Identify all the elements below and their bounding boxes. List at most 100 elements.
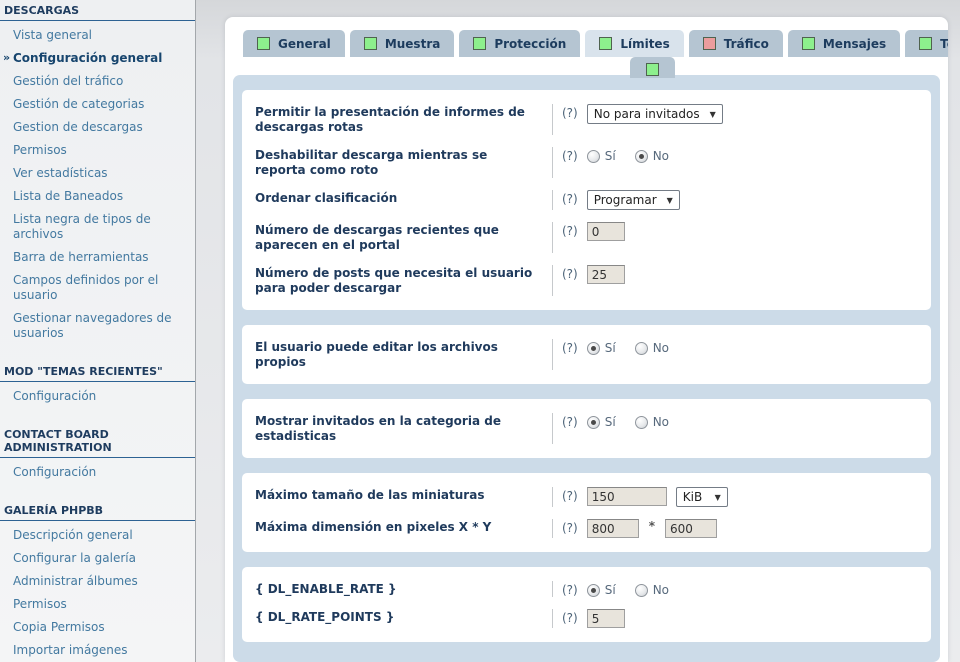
radio-icon[interactable]	[587, 150, 600, 163]
help-link[interactable]: (?)	[562, 341, 578, 355]
radio-option-no[interactable]: No	[635, 415, 669, 429]
sidebar-item[interactable]: Configurar la galería	[0, 547, 195, 570]
sidebar-item[interactable]: Gestionar navegadores de usuarios	[0, 307, 195, 345]
sidebar-item-label: Gestión del tráfico	[13, 74, 123, 88]
sidebar-section-title: MOD "TEMAS RECIENTES"	[0, 363, 195, 382]
dropdown[interactable]: KiB ▼	[676, 487, 728, 507]
text-input[interactable]	[665, 519, 717, 538]
help-link[interactable]: (?)	[562, 521, 578, 535]
setting-row: Máximo tamaño de las miniaturas (?) KiB …	[242, 481, 931, 513]
radio-option-no[interactable]: No	[635, 149, 669, 163]
help-link[interactable]: (?)	[562, 224, 578, 238]
tab-label: General	[278, 37, 331, 51]
radio-option-sí[interactable]: Sí	[587, 415, 616, 429]
sidebar-item[interactable]: Administrar álbumes	[0, 570, 195, 593]
radio-option-label: Sí	[605, 149, 616, 163]
settings-group: { DL_ENABLE_RATE } (?) Sí No { DL_RATE_P…	[242, 567, 931, 642]
radio-option-no[interactable]: No	[635, 583, 669, 597]
tab-límites[interactable]: Límites	[585, 30, 683, 57]
sidebar-item[interactable]: Descripción general	[0, 524, 195, 547]
sidebar-item[interactable]: Barra de herramientas	[0, 246, 195, 269]
text-input[interactable]	[587, 265, 625, 284]
sidebar-item-label: Configuración general	[13, 51, 162, 65]
radio-icon[interactable]	[587, 342, 600, 355]
sidebar-item[interactable]: Ver estadísticas	[0, 162, 195, 185]
setting-label: Ordenar clasificación	[250, 190, 552, 210]
tab-protección[interactable]: Protección	[459, 30, 580, 57]
radio-option-sí[interactable]: Sí	[587, 341, 616, 355]
help-link[interactable]: (?)	[562, 149, 578, 163]
text-input[interactable]	[587, 609, 625, 628]
help-link[interactable]: (?)	[562, 611, 578, 625]
tab-label: Tráfico	[724, 37, 769, 51]
sidebar-item[interactable]: Lista negra de tipos de archivos	[0, 208, 195, 246]
dropdown[interactable]: No para invitados ▼	[587, 104, 723, 124]
settings-group: Máximo tamaño de las miniaturas (?) KiB …	[242, 473, 931, 552]
radio-option-label: No	[653, 583, 669, 597]
radio-icon[interactable]	[587, 416, 600, 429]
help-link[interactable]: (?)	[562, 192, 578, 206]
sidebar-item[interactable]: Configuración	[0, 385, 195, 408]
sidebar: DESCARGAS Vista general » Configuración …	[0, 0, 196, 662]
red-square-icon	[703, 37, 716, 50]
sidebar-section: MOD "TEMAS RECIENTES" Configuración	[0, 363, 195, 408]
tab-label: Mensajes	[823, 37, 886, 51]
radio-icon[interactable]	[635, 150, 648, 163]
radio-icon[interactable]	[635, 416, 648, 429]
tab-mensajes[interactable]: Mensajes	[788, 30, 900, 57]
sidebar-item-label: Gestion de descargas	[13, 120, 143, 134]
sidebar-item[interactable]: Gestión del tráfico	[0, 70, 195, 93]
green-square-icon	[257, 37, 270, 50]
radio-icon[interactable]	[635, 584, 648, 597]
radio-option-no[interactable]: No	[635, 341, 669, 355]
tab-general[interactable]: General	[243, 30, 345, 57]
green-square-icon	[919, 37, 932, 50]
sidebar-section-title: DESCARGAS	[0, 2, 195, 21]
help-link[interactable]: (?)	[562, 267, 578, 281]
tab-tráfico[interactable]: Tráfico	[689, 30, 783, 57]
sidebar-item-label: Configurar la galería	[13, 551, 136, 565]
text-input[interactable]	[587, 519, 639, 538]
sidebar-item[interactable]: Gestion de descargas	[0, 116, 195, 139]
radio-icon[interactable]	[587, 584, 600, 597]
sidebar-item[interactable]: Copia Permisos	[0, 616, 195, 639]
setting-label: Deshabilitar descarga mientras se report…	[250, 147, 552, 178]
setting-control: (?) KiB ▼	[552, 487, 923, 507]
text-input[interactable]	[587, 222, 625, 241]
help-link[interactable]: (?)	[562, 489, 578, 503]
radio-icon[interactable]	[635, 342, 648, 355]
sidebar-item[interactable]: Gestión de categorias	[0, 93, 195, 116]
dropdown-value: No para invitados	[594, 107, 700, 121]
setting-control: (?) *	[552, 519, 923, 538]
sidebar-item[interactable]: Permisos	[0, 593, 195, 616]
radio-option-sí[interactable]: Sí	[587, 583, 616, 597]
sidebar-item[interactable]: Vista general	[0, 24, 195, 47]
sidebar-item[interactable]: Importar imágenes	[0, 639, 195, 662]
sidebar-item[interactable]: Lista de Baneados	[0, 185, 195, 208]
subtab[interactable]	[630, 57, 675, 78]
tab-muestra[interactable]: Muestra	[350, 30, 455, 57]
sidebar-item-label: Gestionar navegadores de usuarios	[13, 311, 172, 340]
help-link[interactable]: (?)	[562, 415, 578, 429]
setting-control: (?) Sí No	[552, 147, 923, 178]
radio-option-sí[interactable]: Sí	[587, 149, 616, 163]
tab-temas[interactable]: Temas	[905, 30, 948, 57]
setting-label: Mostrar invitados en la categoria de est…	[250, 413, 552, 444]
sidebar-item-label: Gestión de categorias	[13, 97, 144, 111]
green-square-icon	[473, 37, 486, 50]
text-input[interactable]	[587, 487, 667, 506]
help-link[interactable]: (?)	[562, 583, 578, 597]
sidebar-item[interactable]: Campos definidos por el usuario	[0, 269, 195, 307]
setting-label: Número de descargas recientes que aparec…	[250, 222, 552, 253]
sidebar-item[interactable]: Permisos	[0, 139, 195, 162]
help-link[interactable]: (?)	[562, 106, 578, 120]
sidebar-item-label: Copia Permisos	[13, 620, 105, 634]
setting-label: El usuario puede editar los archivos pro…	[250, 339, 552, 370]
setting-control: (?) Sí No	[552, 339, 923, 370]
sidebar-item[interactable]: » Configuración general	[0, 47, 195, 70]
sidebar-item-label: Lista negra de tipos de archivos	[13, 212, 151, 241]
setting-row: Mostrar invitados en la categoria de est…	[242, 407, 931, 450]
sidebar-item[interactable]: Configuración	[0, 461, 195, 484]
dropdown[interactable]: Programar ▼	[587, 190, 680, 210]
sidebar-section-list: Descripción general Configurar la galerí…	[0, 521, 195, 662]
